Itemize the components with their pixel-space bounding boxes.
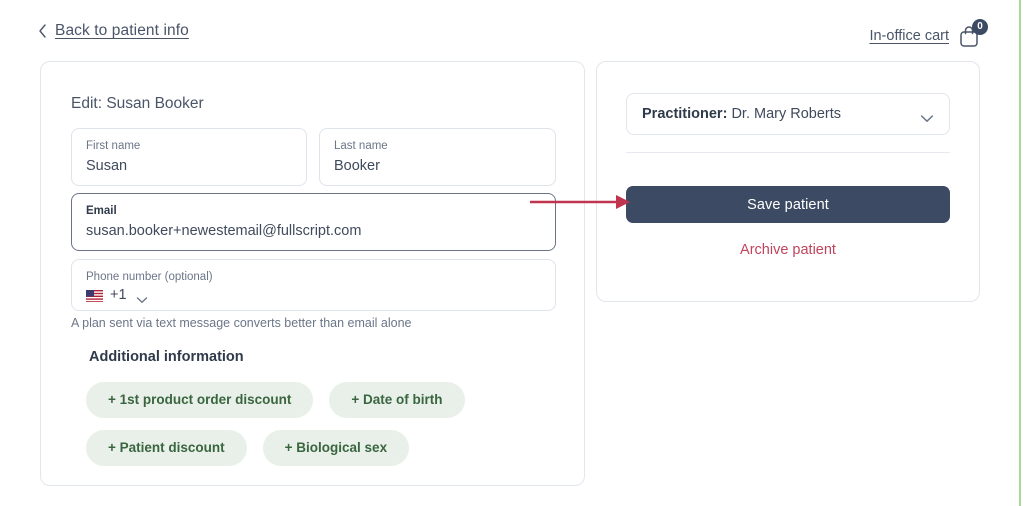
email-field[interactable]: Email susan.booker+newestemail@fullscrip… — [71, 193, 556, 251]
add-patient-discount-pill[interactable]: + Patient discount — [86, 430, 247, 466]
last-name-field[interactable]: Last name Booker — [319, 128, 556, 186]
practitioner-select[interactable]: Practitioner: Dr. Mary Roberts — [626, 93, 950, 135]
phone-country-code: +1 — [110, 287, 127, 303]
back-to-patient-info-link[interactable]: Back to patient info — [38, 22, 189, 40]
phone-country-selector[interactable]: +1 — [86, 287, 541, 303]
phone-number-label: Phone number (optional) — [86, 271, 213, 283]
last-name-label: Last name — [334, 140, 388, 152]
patient-form-card: Edit: Susan Booker First name Susan Last… — [40, 61, 585, 486]
chevron-left-icon — [38, 24, 47, 38]
practitioner-name: Dr. Mary Roberts — [731, 106, 842, 122]
cart-label: In-office cart — [869, 28, 949, 44]
chevron-down-icon — [920, 110, 934, 122]
first-name-label: First name — [86, 140, 141, 152]
first-name-field[interactable]: First name Susan — [71, 128, 307, 186]
cart-count-badge: 0 — [972, 19, 988, 35]
additional-information-options: + 1st product order discount + Date of b… — [86, 382, 556, 466]
phone-helper-text: A plan sent via text message converts be… — [71, 316, 412, 330]
top-bar: Back to patient info In-office cart 0 — [0, 0, 1024, 66]
practitioner-select-label: Practitioner: — [642, 106, 728, 122]
add-biological-sex-pill[interactable]: + Biological sex — [262, 430, 410, 466]
add-first-product-order-discount-pill[interactable]: + 1st product order discount — [86, 382, 314, 418]
last-name-value: Booker — [334, 158, 380, 174]
shopping-bag-icon: 0 — [958, 19, 988, 48]
email-label: Email — [86, 205, 117, 217]
chevron-down-icon — [136, 291, 148, 303]
right-edge-accent-line — [1019, 0, 1021, 506]
practitioner-select-value: Practitioner: Dr. Mary Roberts — [642, 106, 920, 122]
email-value: susan.booker+newestemail@fullscript.com — [86, 223, 362, 239]
phone-number-field[interactable]: Phone number (optional) +1 — [71, 259, 556, 311]
archive-patient-link[interactable]: Archive patient — [626, 242, 950, 258]
back-link-label: Back to patient info — [55, 22, 189, 39]
in-office-cart-button[interactable]: In-office cart 0 — [869, 19, 988, 48]
page-title: Edit: Susan Booker — [71, 95, 204, 112]
first-name-value: Susan — [86, 158, 128, 174]
us-flag-icon — [86, 289, 103, 302]
save-patient-button[interactable]: Save patient — [626, 186, 950, 223]
actions-panel-card: Practitioner: Dr. Mary Roberts Save pati… — [596, 61, 980, 302]
additional-information-title: Additional information — [89, 349, 244, 365]
panel-divider — [626, 152, 950, 153]
add-date-of-birth-pill[interactable]: + Date of birth — [329, 382, 465, 418]
